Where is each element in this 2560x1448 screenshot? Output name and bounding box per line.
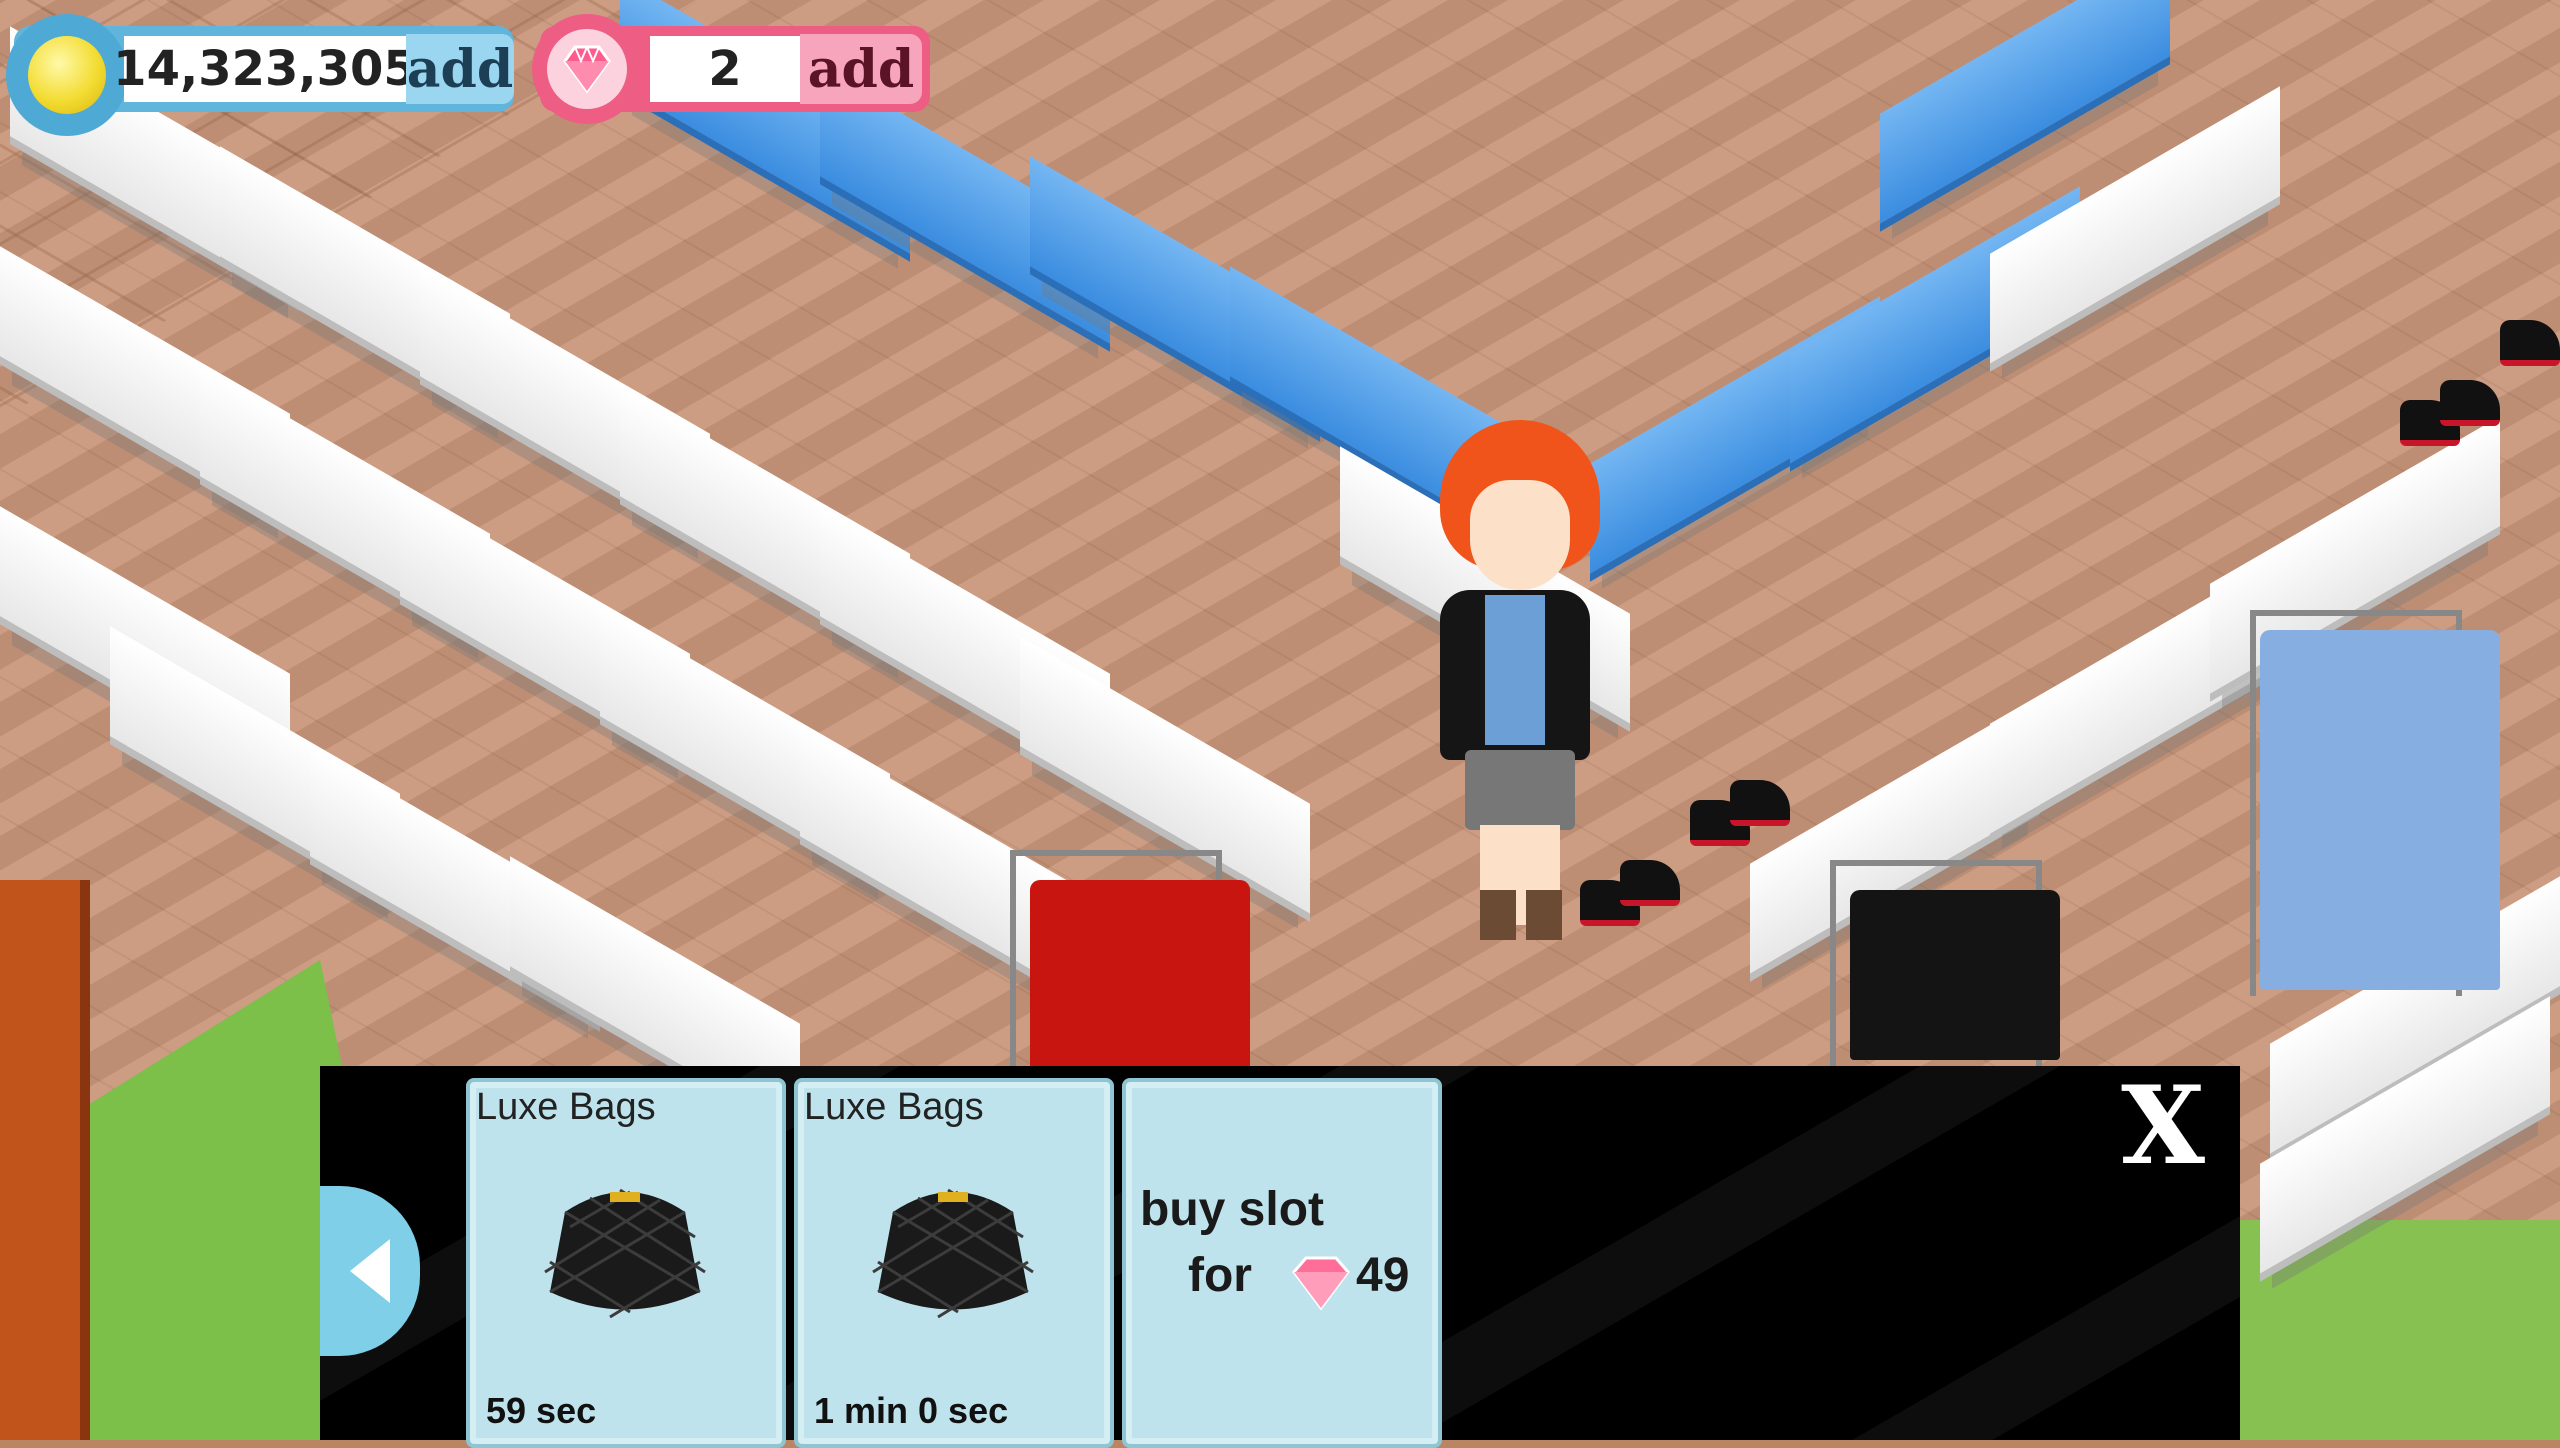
- black-outfits: [1850, 890, 2060, 1060]
- pink-gem-icon: [532, 14, 642, 124]
- slot-title: Luxe Bags: [804, 1086, 984, 1128]
- character-boot: [1480, 890, 1516, 940]
- buy-slot-for-label: for: [1188, 1249, 1252, 1302]
- character-shirt: [1485, 595, 1545, 745]
- production-slot[interactable]: Luxe Bags 1 min 0 sec: [794, 1078, 1114, 1448]
- coin-amount: 14,323,305: [113, 36, 417, 102]
- black-quilted-bag-icon: [544, 1188, 706, 1319]
- production-slot[interactable]: Luxe Bags 59 sec: [466, 1078, 786, 1448]
- character-boot: [1526, 890, 1562, 940]
- gem-balance: 2 add: [532, 14, 930, 124]
- buy-slot-price: 49: [1356, 1249, 1410, 1302]
- buy-slot-label: buy slot: [1140, 1183, 1325, 1236]
- coin-balance: 14,323,305 add: [6, 14, 514, 136]
- slot-timer: 59 sec: [486, 1390, 597, 1431]
- slot-title: Luxe Bags: [476, 1086, 656, 1128]
- left-arrow-icon: [350, 1239, 390, 1303]
- add-coins-button[interactable]: add: [406, 34, 514, 104]
- close-button[interactable]: X: [2108, 1063, 2218, 1189]
- blue-dresses: [2260, 630, 2500, 990]
- character-face: [1470, 480, 1570, 590]
- scroll-left-button[interactable]: [320, 1186, 420, 1356]
- character-shorts: [1465, 750, 1575, 830]
- red-dresses: [1030, 880, 1250, 1070]
- buy-slot-button[interactable]: buy slot for 49: [1122, 1078, 1442, 1448]
- gem-amount: 2: [650, 36, 800, 102]
- black-quilted-bag-icon: [872, 1188, 1034, 1319]
- production-panel: Luxe Bags 59 sec Luxe Bags 1 min 0 sec b…: [320, 1063, 2240, 1448]
- wooden-sign: [0, 880, 90, 1440]
- gold-coin-icon: [6, 14, 128, 136]
- slot-timer: 1 min 0 sec: [814, 1390, 1009, 1431]
- pink-gem-icon: [1292, 1256, 1350, 1311]
- shop-character[interactable]: [1430, 420, 1610, 940]
- add-gems-button[interactable]: add: [800, 34, 922, 104]
